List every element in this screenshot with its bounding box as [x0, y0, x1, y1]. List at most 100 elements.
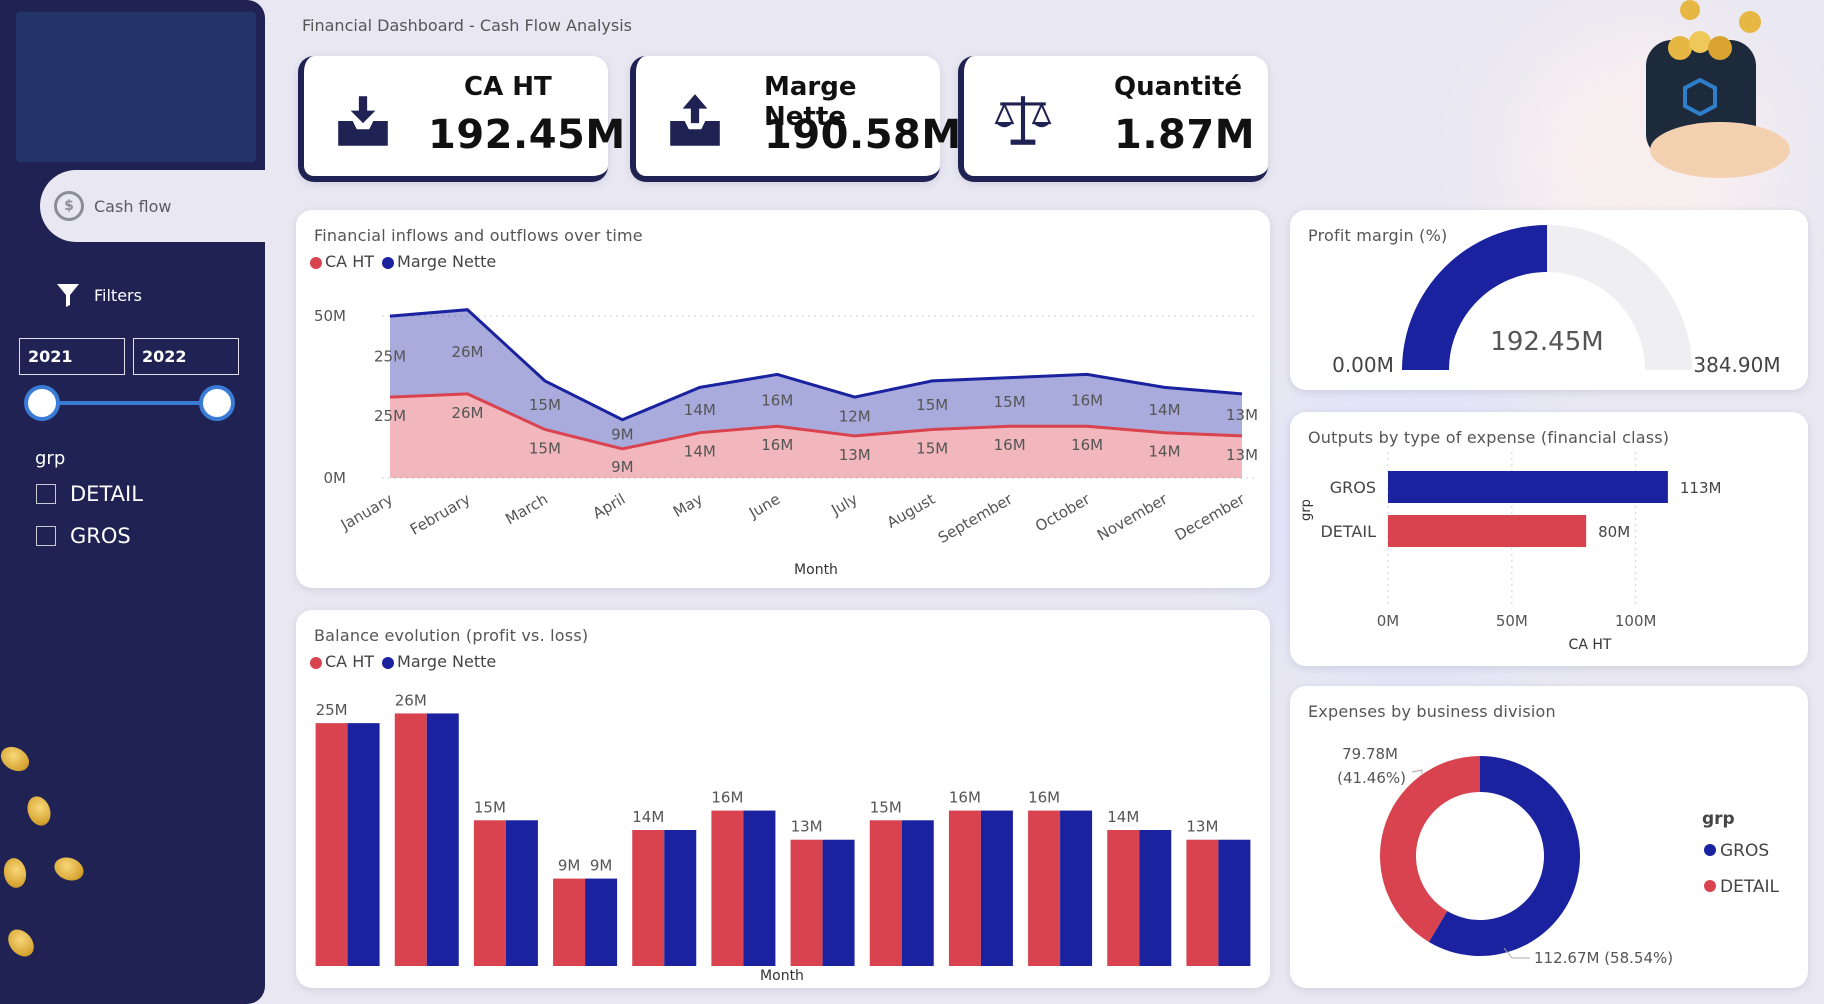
- card-profit-margin: Profit margin (%) 192.45M 0.00M 384.90M: [1290, 210, 1808, 390]
- bar-data-label: 15M: [870, 798, 902, 816]
- bar-data-label: 9M: [558, 857, 581, 875]
- grp-option-detail[interactable]: DETAIL: [36, 482, 143, 506]
- y-tick-label: GROS: [1330, 478, 1376, 497]
- gauge-value-label: 192.45M: [1490, 327, 1603, 357]
- bar-marge-nette: [1139, 830, 1172, 966]
- year-slider-end-handle[interactable]: [199, 385, 235, 421]
- data-label-marge-nette: 15M: [529, 396, 561, 414]
- bar-data-label: 14M: [632, 808, 664, 826]
- kpi-value: 190.58M: [764, 112, 962, 158]
- data-label-marge-nette: 13M: [1226, 406, 1258, 424]
- nav-cash-flow-label: Cash flow: [94, 196, 172, 216]
- x-tick-label: April: [590, 490, 629, 523]
- checkbox[interactable]: [36, 526, 56, 546]
- year-to-field[interactable]: 2022: [133, 338, 239, 375]
- x-tick-label: October: [1032, 489, 1094, 535]
- kpi-title: Quantité: [1114, 72, 1243, 102]
- bar-data-label: 16M: [949, 789, 981, 807]
- bar-data-label: 14M: [1107, 808, 1139, 826]
- bar-ca-ht: [790, 839, 823, 966]
- legend-dot: [1704, 844, 1716, 856]
- card-outputs-by-expense: Outputs by type of expense (financial cl…: [1290, 412, 1808, 666]
- x-tick-label: June: [745, 490, 783, 522]
- legend-label: DETAIL: [1720, 877, 1780, 897]
- gauge-max-label: 384.90M: [1693, 353, 1780, 377]
- bar-ca-ht: [632, 830, 665, 966]
- data-label-ca-ht: 26M: [451, 404, 483, 422]
- bar-data-label: 26M: [395, 691, 427, 709]
- bar-ca-ht: [1028, 810, 1061, 966]
- kpi-card-ca-ht: CA HT 192.45M: [298, 56, 625, 182]
- x-tick-label: September: [935, 489, 1017, 546]
- x-tick-label: July: [827, 490, 860, 520]
- year-slider-track[interactable]: [42, 401, 217, 405]
- grp-option-label: GROS: [70, 524, 131, 548]
- bar-data-label: 16M: [1028, 789, 1060, 807]
- gauge-chart: 192.45M 0.00M 384.90M: [1332, 225, 1781, 377]
- bar-ca-ht: [948, 810, 981, 966]
- donut-chart: 79.78M (41.46%) 112.67M (58.54%) grp GROS DET…: [1337, 745, 1780, 967]
- x-tick-label: February: [407, 490, 474, 539]
- data-label-marge-nette: 12M: [839, 408, 871, 426]
- x-tick-label: 100M: [1615, 612, 1657, 630]
- data-label-ca-ht: 15M: [529, 439, 561, 457]
- filters-label: Filters: [94, 285, 142, 305]
- card-inflows-outflows: Financial inflows and outflows over time…: [296, 210, 1270, 588]
- year-slider-start-handle[interactable]: [24, 385, 60, 421]
- coin-decoration: [23, 793, 55, 829]
- bar-ca-ht: [473, 820, 506, 966]
- kpi-card-quantite: Quantité 1.87M: [958, 56, 1268, 182]
- x-tick-label: 50M: [1496, 612, 1528, 630]
- bar-marge-nette: [1060, 810, 1093, 966]
- coin-decoration: [2, 924, 40, 962]
- filters-header: Filters: [56, 282, 142, 308]
- bar-gros: [1388, 471, 1668, 503]
- bar-ca-ht: [711, 810, 744, 966]
- gauge-min-label: 0.00M: [1332, 353, 1394, 377]
- grp-option-gros[interactable]: GROS: [36, 524, 131, 548]
- bar-data-label: 15M: [474, 798, 506, 816]
- area-chart: 0M 50M 25M 25M January 26M 26M February 15M 15M Ma…: [314, 307, 1258, 578]
- checkbox[interactable]: [36, 484, 56, 504]
- y-axis-title: grp: [1299, 499, 1314, 521]
- data-label-marge-nette: 14M: [684, 401, 716, 419]
- x-tick-label: December: [1172, 489, 1249, 544]
- filter-icon: [57, 284, 79, 307]
- x-axis-title: Month: [760, 968, 804, 984]
- bar-marge-nette: [822, 839, 855, 966]
- dollar-circle-icon: $: [54, 191, 84, 221]
- x-axis-title: CA HT: [1569, 637, 1612, 653]
- nav-cash-flow[interactable]: $ Cash flow: [40, 170, 265, 242]
- bar-ca-ht: [869, 820, 902, 966]
- kpi-value: 1.87M: [1114, 112, 1255, 158]
- y-tick-label: 50M: [314, 307, 346, 325]
- bar-ca-ht: [1107, 830, 1140, 966]
- bar-data-label: 80M: [1598, 523, 1630, 541]
- bar-data-label: 13M: [791, 818, 823, 836]
- inbox-download-icon: [338, 96, 388, 146]
- wallet-coins-illustration: [1646, 0, 1790, 178]
- horizontal-bar-chart: 0M 50M 100M GROS 113M DETAIL 80M grp CA HT: [1299, 452, 1721, 653]
- bar-marge-nette: [585, 878, 618, 966]
- grp-option-label: DETAIL: [70, 482, 143, 506]
- bar-marge-nette: [980, 810, 1013, 966]
- data-label-ca-ht: 16M: [994, 436, 1026, 454]
- data-label-ca-ht: 25M: [374, 407, 406, 425]
- data-label-marge-nette: 9M: [611, 425, 634, 443]
- bar-ca-ht: [1186, 839, 1219, 966]
- x-tick-label: November: [1094, 489, 1171, 544]
- card-balance-evolution: Balance evolution (profit vs. loss) CA H…: [296, 610, 1270, 988]
- x-tick-label: 0M: [1377, 612, 1400, 630]
- kpi-card-marge-nette: Marge Nette 190.58M: [630, 56, 961, 182]
- bar-ca-ht: [394, 713, 427, 966]
- year-from-field[interactable]: 2021: [19, 338, 125, 375]
- inbox-upload-icon: [670, 94, 720, 146]
- bar-marge-nette: [426, 713, 459, 966]
- bar-detail: [1388, 515, 1587, 547]
- bar-marge-nette: [1218, 839, 1251, 966]
- bar-marge-nette: [743, 810, 776, 966]
- data-label-marge-nette: 25M: [374, 348, 406, 366]
- legend-title: grp: [1702, 809, 1735, 829]
- legend-dot: [1704, 880, 1716, 892]
- grp-filter-label: grp: [35, 448, 66, 469]
